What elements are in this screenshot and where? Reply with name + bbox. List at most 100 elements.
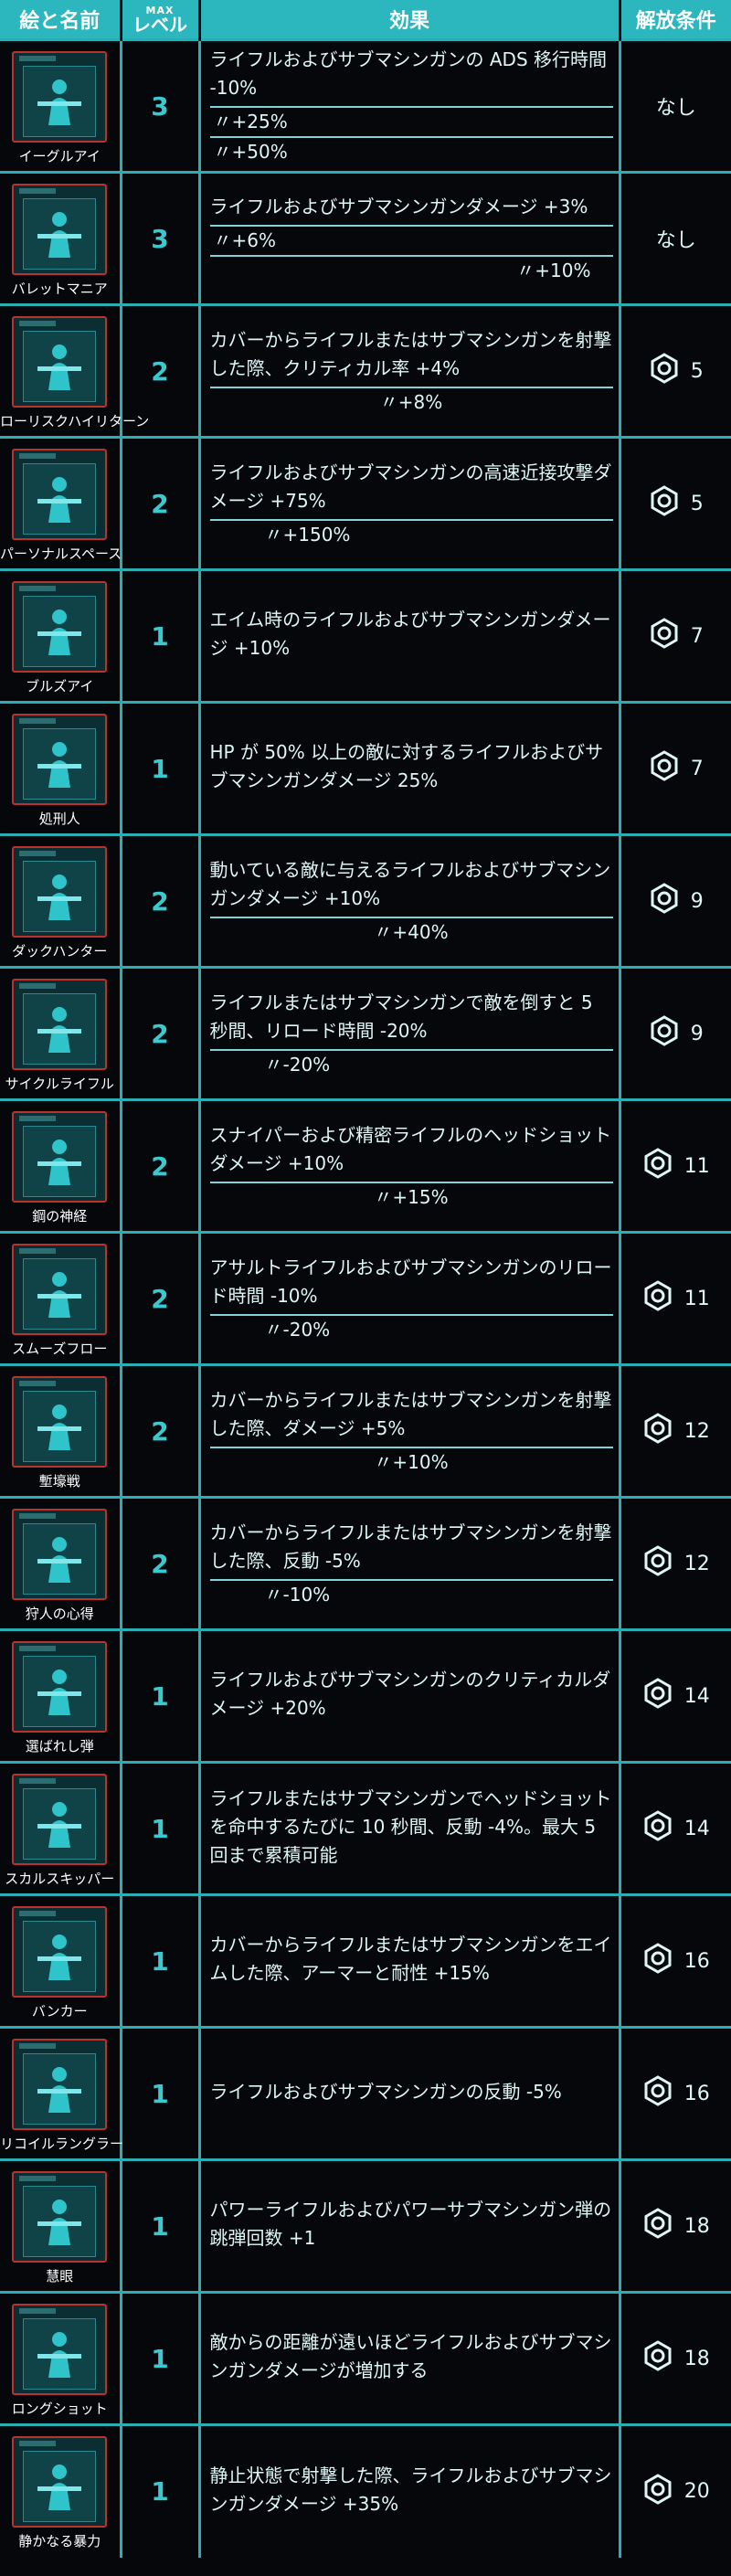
max-level: 1 — [121, 1893, 201, 2028]
unlock-cell: 9 — [620, 833, 731, 968]
perk-icon-cell: 選ばれし弾 — [0, 1628, 122, 1763]
effect-text: 静止状態で射撃した際、ライフルおよびサブマシンガンダメージ +35% — [209, 2464, 612, 2515]
perk-card — [12, 50, 108, 143]
effect-level-value: 〃+50% — [213, 141, 288, 163]
long-shot-icon — [23, 2317, 97, 2390]
unlock-cell: 12 — [620, 1496, 731, 1630]
perk-name: スムーズフロー — [12, 1340, 108, 1357]
unlock-cell: 16 — [620, 1893, 731, 2028]
unlock-cell: 16 — [620, 2026, 731, 2160]
perk-icon-cell: イーグルアイ — [0, 38, 122, 173]
max-level: 2 — [121, 1098, 201, 1233]
unlock-level: 7 — [690, 624, 704, 648]
effect-level-value: 〃+25% — [209, 108, 613, 138]
unlock-level: 18 — [683, 2214, 710, 2238]
perk-table: 絵と名前 MAX レベル 効果 解放条件 イーグルアイ 3 ライフルおよびサブマ… — [0, 0, 731, 2558]
unlock-text: なし — [655, 97, 696, 120]
low-risk-high-return-icon — [23, 330, 97, 402]
effect-text: ライフルまたはサブマシンガンで敵を倒すと 5 秒間、リロード時間 -20% — [209, 989, 613, 1051]
effect-cell: HP が 50% 以上の敵に対するライフルおよびサブマシンガンダメージ 25% — [199, 701, 621, 835]
chosen-bullet-icon — [23, 1655, 97, 1727]
perk-card — [12, 845, 108, 938]
unlock-cell: 11 — [620, 1098, 731, 1233]
module-icon — [649, 618, 680, 654]
perk-icon-cell: 慧眼 — [0, 2158, 122, 2293]
perk-card — [12, 1640, 108, 1733]
bunker-icon — [23, 1920, 97, 1992]
unlock-level: 16 — [683, 1949, 710, 1973]
perk-card — [12, 713, 108, 805]
module-icon — [642, 1148, 673, 1184]
unlock-level: 14 — [683, 1684, 710, 1708]
effect-level-value: 〃+15% — [374, 1185, 449, 1208]
perk-card — [12, 1905, 108, 1998]
unlock-level: 11 — [683, 1287, 710, 1310]
effect-cell: ライフルおよびサブマシンガンのクリティカルダメージ +20% — [199, 1628, 621, 1763]
effect-cell: カバーからライフルまたはサブマシンガンを射撃した際、クリティカル率 +4% 〃+… — [199, 303, 621, 438]
effect-cell: ライフルおよびサブマシンガンの高速近接攻撃ダメージ +75% 〃+150% — [199, 436, 621, 570]
unlock-level: 18 — [683, 2347, 710, 2370]
perk-name: サイクルライフル — [5, 1075, 114, 1092]
perk-card — [12, 978, 108, 1070]
unlock-cell: 12 — [620, 1363, 731, 1498]
perk-card — [12, 2038, 108, 2130]
module-icon — [649, 1015, 680, 1052]
perk-card — [12, 1508, 108, 1600]
table-row: サイクルライフル 2 ライフルまたはサブマシンガンで敵を倒すと 5 秒間、リロー… — [0, 966, 731, 1100]
keen-eye-icon — [23, 2185, 97, 2257]
bullet-mania-icon — [23, 197, 97, 270]
table-row: バレットマニア 3 ライフルおよびサブマシンガンダメージ +3% 〃+6% 〃+1… — [0, 171, 731, 305]
unlock-level: 9 — [690, 1022, 704, 1045]
max-level: 1 — [121, 2158, 201, 2293]
eagle-eye-icon — [23, 65, 97, 137]
effect-cell: 敵からの距離が遠いほどライフルおよびサブマシンガンダメージが増加する — [199, 2291, 621, 2425]
effect-level-value: 〃+150% — [264, 523, 351, 546]
trench-warfare-icon — [23, 1390, 97, 1462]
effect-text: HP が 50% 以上の敵に対するライフルおよびサブマシンガンダメージ 25% — [209, 741, 604, 791]
effect-cell: スナイパーおよび精密ライフルのヘッドショットダメージ +10% 〃+15% — [199, 1098, 621, 1233]
effect-text: アサルトライフルおよびサブマシンガンのリロード時間 -10% — [209, 1254, 613, 1316]
module-icon — [649, 485, 680, 522]
effect-cell: ライフルおよびサブマシンガンの ADS 移行時間 -10% 〃+25% 〃+50% — [199, 38, 621, 173]
effect-cell: 動いている敵に与えるライフルおよびサブマシンガンダメージ +10% 〃+40% — [199, 833, 621, 968]
effect-level-value: 〃-20% — [264, 1318, 331, 1341]
effect-cell: ライフルまたはサブマシンガンでヘッドショットを命中するたびに 10 秒間、反動 … — [199, 1761, 621, 1895]
effect-cell: カバーからライフルまたはサブマシンガンをエイムした際、アーマーと耐性 +15% — [199, 1893, 621, 2028]
perk-card — [12, 2303, 108, 2395]
table-row: 処刑人 1 HP が 50% 以上の敵に対するライフルおよびサブマシンガンダメー… — [0, 701, 731, 835]
table-row: ブルズアイ 1 エイム時のライフルおよびサブマシンガンダメージ +10% 7 — [0, 568, 731, 703]
perk-card — [12, 580, 108, 673]
max-level: 1 — [121, 568, 201, 703]
perk-card — [12, 2436, 108, 2528]
unlock-cell: なし — [620, 38, 731, 173]
module-icon — [642, 2474, 673, 2510]
perk-card — [12, 2170, 108, 2263]
perk-name: ダックハンター — [12, 942, 108, 959]
perk-icon-cell: リコイルラングラー — [0, 2026, 123, 2160]
effect-level-value: 〃-20% — [264, 1053, 331, 1076]
effect-text: ライフルおよびサブマシンガンの ADS 移行時間 -10% — [209, 46, 613, 108]
effect-cell: アサルトライフルおよびサブマシンガンのリロード時間 -10% 〃-20% — [199, 1231, 621, 1365]
table-row: ロングショット 1 敵からの距離が遠いほどライフルおよびサブマシンガンダメージが… — [0, 2291, 731, 2425]
module-icon — [642, 2340, 673, 2377]
perk-icon-cell: バンカー — [0, 1893, 122, 2028]
unlock-text: なし — [655, 229, 696, 252]
effect-cell: ライフルまたはサブマシンガンで敵を倒すと 5 秒間、リロード時間 -20% 〃-… — [199, 966, 621, 1100]
perk-icon-cell: 処刑人 — [0, 701, 122, 835]
perk-icon-cell: 静かなる暴力 — [0, 2423, 122, 2558]
effect-level-value: 〃+10% — [516, 259, 591, 281]
table-row: スカルスキッパー 1 ライフルまたはサブマシンガンでヘッドショットを命中するたび… — [0, 1761, 731, 1895]
effect-text: カバーからライフルまたはサブマシンガンを射撃した際、クリティカル率 +4% — [209, 326, 613, 388]
effect-text: 動いている敵に与えるライフルおよびサブマシンガンダメージ +10% — [209, 856, 613, 918]
perk-name: バンカー — [31, 2002, 88, 2019]
perk-name: バレットマニア — [11, 280, 108, 297]
table-row: 鋼の神経 2 スナイパーおよび精密ライフルのヘッドショットダメージ +10% 〃… — [0, 1098, 731, 1233]
bullseye-icon — [23, 595, 97, 667]
module-icon — [642, 2208, 673, 2244]
effect-cell: ライフルおよびサブマシンガンの反動 -5% — [199, 2026, 621, 2160]
module-icon — [649, 883, 680, 919]
effect-text: カバーからライフルまたはサブマシンガンをエイムした際、アーマーと耐性 +15% — [209, 1934, 612, 1984]
max-level: 1 — [121, 701, 201, 835]
effect-text: ライフルおよびサブマシンガンの反動 -5% — [209, 2080, 562, 2103]
table-row: 慧眼 1 パワーライフルおよびパワーサブマシンガン弾の跳弾回数 +1 18 — [0, 2158, 731, 2293]
